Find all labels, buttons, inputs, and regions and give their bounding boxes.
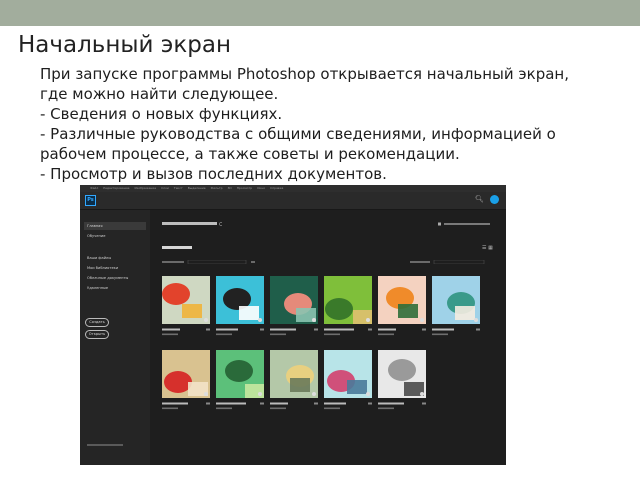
sort-placeholder xyxy=(162,259,257,265)
menu-item: Файл xyxy=(90,186,99,190)
sidebar-item-learn: Обучение xyxy=(87,234,106,238)
text-placeholder xyxy=(87,444,123,446)
menu-item: Справка xyxy=(270,186,284,190)
photoshop-start-screen-screenshot: Файл Редактирование Изображение Слои Текст Вы… xyxy=(80,185,506,465)
open-button: Открыть xyxy=(85,330,109,339)
recent-file-name-placeholder xyxy=(162,402,210,406)
ps-logo-icon: Ps xyxy=(85,195,96,206)
text-placeholder xyxy=(438,222,490,226)
body-line: - Сведения о новых функциях. xyxy=(40,105,283,123)
sidebar-item-libraries: Мои библиотеки xyxy=(87,266,119,270)
recent-file-date-placeholder xyxy=(270,333,294,337)
menu-item: Слои xyxy=(161,186,169,190)
recent-file-date-placeholder xyxy=(162,407,186,411)
recent-file-thumbnail xyxy=(216,276,264,324)
sidebar-item-your-files: Ваши файлы xyxy=(87,256,112,260)
body-line: где можно найти следующее. xyxy=(40,85,279,103)
menu-item: Редактирование xyxy=(103,186,130,190)
recent-file-date-placeholder xyxy=(270,407,294,411)
sidebar-item-cloud-docs: Облачные документы xyxy=(87,276,129,280)
recent-file-thumbnail xyxy=(378,350,426,398)
ps-menubar: Файл Редактирование Изображение Слои Текст Вы… xyxy=(80,185,506,192)
grid-view-icon: ▦ xyxy=(488,245,493,251)
text-placeholder xyxy=(162,222,223,226)
text-placeholder xyxy=(410,259,485,265)
view-toggle: ☰ ▦ xyxy=(482,245,493,251)
recent-file-name-placeholder xyxy=(216,402,264,406)
filter-placeholder xyxy=(410,259,485,265)
recent-file-date-placeholder xyxy=(216,407,240,411)
text-placeholder xyxy=(162,246,192,249)
recent-file-name-placeholder xyxy=(324,328,372,332)
recent-file-name-placeholder xyxy=(162,328,210,332)
recent-section-placeholder xyxy=(162,246,192,252)
slide-top-bar xyxy=(0,0,640,26)
recent-file-date-placeholder xyxy=(324,333,348,337)
menu-item: Выделение xyxy=(187,186,206,190)
menu-item: Изображение xyxy=(134,186,157,190)
slide-title: Начальный экран xyxy=(18,32,232,58)
ps-menu-list: Файл Редактирование Изображение Слои Текст Вы… xyxy=(90,186,283,190)
welcome-placeholder xyxy=(162,222,223,228)
recent-file-name-placeholder xyxy=(378,402,426,406)
recent-file-name-placeholder xyxy=(270,402,318,406)
sidebar-item-deleted: Удаленные xyxy=(87,286,109,290)
sidebar-item-home: Главная xyxy=(84,222,146,230)
body-line: При запуске программы Photoshop открывае… xyxy=(40,65,569,83)
recent-file-thumbnail xyxy=(324,350,372,398)
recent-file-date-placeholder xyxy=(378,407,402,411)
menu-item: Просмотр xyxy=(236,186,253,190)
recent-file-thumbnail xyxy=(162,350,210,398)
sidebar-footer-placeholder xyxy=(87,444,123,448)
recent-file-thumbnail xyxy=(270,276,318,324)
recent-file-name-placeholder xyxy=(216,328,264,332)
recent-file-thumbnail xyxy=(432,276,480,324)
ps-sidebar: Главная Обучение Ваши файлы Мои библиоте… xyxy=(80,210,150,465)
recent-file-date-placeholder xyxy=(432,333,456,337)
menu-item: Текст xyxy=(173,186,183,190)
ps-toolbar xyxy=(80,192,506,210)
recent-file-thumbnail xyxy=(216,350,264,398)
recent-file-date-placeholder xyxy=(324,407,348,411)
menu-item: 3D xyxy=(227,186,232,190)
body-line: рабочем процессе, а также советы и реком… xyxy=(40,145,460,163)
menu-item: Окно xyxy=(257,186,266,190)
create-button: Создать xyxy=(85,318,109,327)
recent-file-name-placeholder xyxy=(270,328,318,332)
recent-file-thumbnail xyxy=(270,350,318,398)
slide-body-text: При запуске программы Photoshop открывае… xyxy=(40,64,630,184)
avatar xyxy=(490,195,499,204)
recent-file-name-placeholder xyxy=(432,328,480,332)
search-icon: 🔍︎ xyxy=(475,195,484,203)
menu-item: Фильтр xyxy=(210,186,223,190)
recent-file-thumbnail xyxy=(378,276,426,324)
text-placeholder xyxy=(162,259,255,265)
new-features-placeholder xyxy=(438,222,490,227)
recent-file-thumbnail xyxy=(324,276,372,324)
list-view-icon: ☰ xyxy=(482,245,487,251)
recent-file-name-placeholder xyxy=(324,402,372,406)
recent-file-date-placeholder xyxy=(162,333,186,337)
body-line: - Различные руководства с общими сведени… xyxy=(40,125,556,143)
recent-file-name-placeholder xyxy=(378,328,426,332)
body-line: - Просмотр и вызов последних документов. xyxy=(40,165,387,183)
recent-file-thumbnail xyxy=(162,276,210,324)
recent-file-date-placeholder xyxy=(378,333,402,337)
recent-file-date-placeholder xyxy=(216,333,240,337)
ps-main-area: ☰ ▦ xyxy=(150,210,506,465)
